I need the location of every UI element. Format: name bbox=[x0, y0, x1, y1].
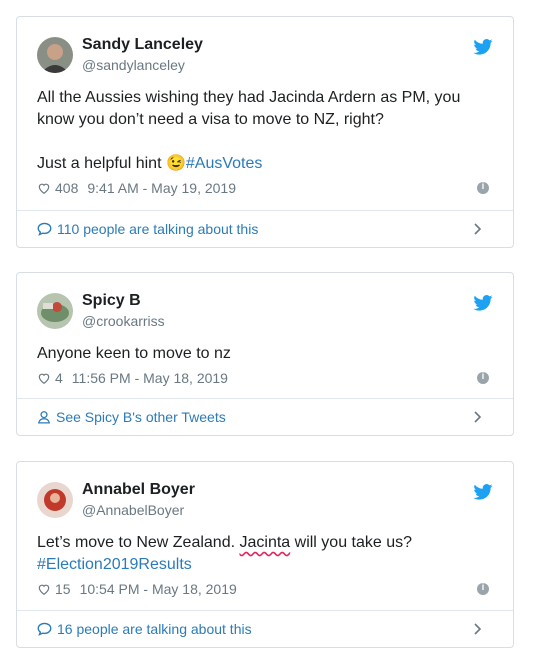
tweet-text-line: Let’s move to New Zealand. Jacinta will … bbox=[37, 532, 493, 554]
misspelled-word: Jacinta bbox=[239, 534, 291, 551]
heart-icon[interactable] bbox=[37, 181, 51, 195]
person-icon bbox=[37, 411, 51, 424]
info-icon[interactable] bbox=[477, 181, 489, 194]
timestamp[interactable]: 10:54 PM - May 18, 2019 bbox=[80, 581, 237, 597]
timestamp[interactable]: 11:56 PM - May 18, 2019 bbox=[72, 370, 228, 386]
other-tweets-link[interactable]: See Spicy B's other Tweets bbox=[17, 398, 513, 435]
footer-label: 16 people are talking about this bbox=[57, 621, 252, 637]
tweet-text-line: Anyone keen to move to nz bbox=[37, 345, 231, 362]
author-name[interactable]: Annabel Boyer bbox=[82, 481, 195, 499]
avatar[interactable] bbox=[37, 482, 73, 518]
heart-icon[interactable] bbox=[37, 371, 51, 385]
like-count: 4 bbox=[55, 370, 63, 386]
avatar[interactable] bbox=[37, 37, 73, 73]
tweet-card: Annabel Boyer @AnnabelBoyer Let’s move t… bbox=[16, 461, 514, 648]
twitter-bird-icon[interactable] bbox=[473, 295, 493, 311]
tweet-text: Let’s move to New Zealand. Jacinta will … bbox=[37, 532, 493, 576]
conversation-link[interactable]: 110 people are talking about this bbox=[17, 210, 513, 247]
tweet-text: All the Aussies wishing they had Jacinda… bbox=[37, 87, 493, 175]
author-handle[interactable]: @sandylanceley bbox=[82, 57, 185, 73]
tweet-card: Spicy B @crookarriss Anyone keen to move… bbox=[16, 272, 514, 436]
info-icon[interactable] bbox=[477, 582, 489, 595]
tweet-text-line: Just a helpful hint 😉#AusVotes bbox=[37, 153, 493, 175]
chevron-right-icon bbox=[474, 223, 482, 235]
hashtag-link[interactable]: #AusVotes bbox=[186, 155, 263, 172]
tweet-text: Anyone keen to move to nz bbox=[37, 343, 493, 365]
author-handle[interactable]: @crookarriss bbox=[82, 313, 165, 329]
chevron-right-icon bbox=[474, 411, 482, 423]
tweet-text-fragment: Just a helpful hint bbox=[37, 155, 166, 172]
comment-icon bbox=[37, 222, 52, 236]
author-name[interactable]: Sandy Lanceley bbox=[82, 36, 203, 54]
comment-icon bbox=[37, 622, 52, 636]
footer-label: See Spicy B's other Tweets bbox=[56, 409, 226, 425]
chevron-right-icon bbox=[474, 623, 482, 635]
tweet-text-fragment: Let’s move to New Zealand. bbox=[37, 534, 240, 551]
avatar[interactable] bbox=[37, 293, 73, 329]
twitter-bird-icon[interactable] bbox=[473, 484, 493, 500]
like-count: 15 bbox=[55, 581, 71, 597]
tweet-meta: 4 11:56 PM - May 18, 2019 bbox=[37, 370, 228, 386]
author-handle[interactable]: @AnnabelBoyer bbox=[82, 502, 184, 518]
footer-label: 110 people are talking about this bbox=[57, 221, 259, 237]
tweet-text-fragment: will you take us? bbox=[290, 534, 413, 551]
hashtag-link[interactable]: #Election2019Results bbox=[37, 556, 192, 573]
tweet-meta: 408 9:41 AM - May 19, 2019 bbox=[37, 180, 236, 196]
tweet-meta: 15 10:54 PM - May 18, 2019 bbox=[37, 581, 237, 597]
twitter-bird-icon[interactable] bbox=[473, 39, 493, 55]
timestamp[interactable]: 9:41 AM - May 19, 2019 bbox=[87, 180, 236, 196]
heart-icon[interactable] bbox=[37, 582, 51, 596]
wink-emoji: 😉 bbox=[165, 155, 186, 172]
like-count: 408 bbox=[55, 180, 79, 196]
info-icon[interactable] bbox=[477, 371, 489, 384]
conversation-link[interactable]: 16 people are talking about this bbox=[17, 610, 513, 647]
tweet-card: Sandy Lanceley @sandylanceley All the Au… bbox=[16, 16, 514, 248]
tweet-text-line: #Election2019Results bbox=[37, 554, 493, 576]
tweet-text-line: All the Aussies wishing they had Jacinda… bbox=[37, 89, 461, 128]
author-name[interactable]: Spicy B bbox=[82, 292, 141, 310]
